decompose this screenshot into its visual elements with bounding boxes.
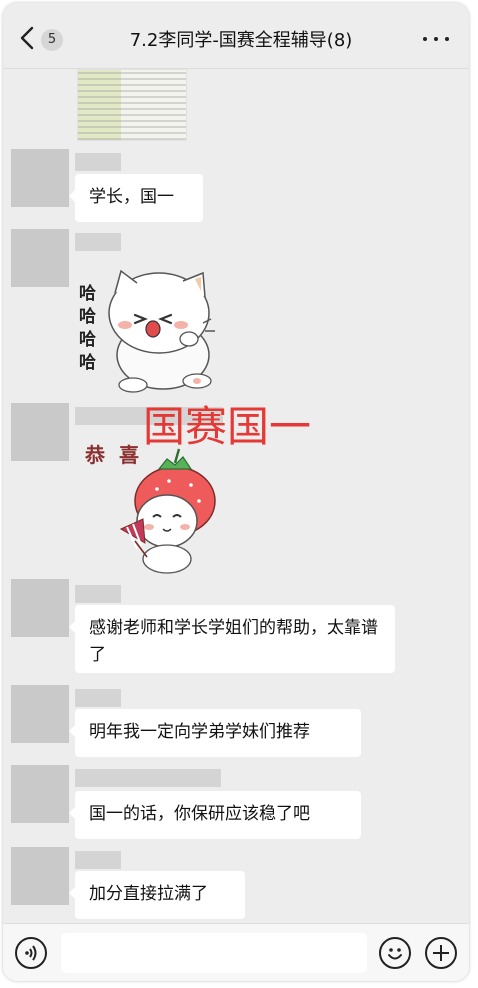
emoji-icon xyxy=(388,948,402,960)
sticker-cat-laughing[interactable]: 哈哈哈哈 xyxy=(75,259,223,395)
sender-name-redacted xyxy=(75,689,121,707)
more-options-button[interactable] xyxy=(421,29,451,47)
message-bubble[interactable]: 国一的话，你保研应该稳了吧 xyxy=(69,791,361,839)
message-text: 学长，国一 xyxy=(89,187,174,207)
sender-name-redacted xyxy=(75,769,221,787)
avatar[interactable] xyxy=(11,403,69,461)
message-text: 加分直接拉满了 xyxy=(89,884,208,904)
back-button[interactable] xyxy=(17,25,39,51)
sender-name-redacted xyxy=(75,851,121,869)
sender-name-redacted xyxy=(75,233,121,251)
emoji-button[interactable] xyxy=(379,937,411,969)
message-bubble[interactable]: 学长，国一 xyxy=(69,174,203,222)
avatar[interactable] xyxy=(11,579,69,637)
chat-window: 5 7.2李同学-国赛全程辅导(8) 学长，国一 哈哈哈哈 恭喜 国赛国一 感谢… xyxy=(3,3,469,981)
avatar[interactable] xyxy=(11,149,69,207)
message-bubble[interactable]: 明年我一定向学弟学妹们推荐 xyxy=(69,709,361,757)
avatar[interactable] xyxy=(11,229,69,287)
voice-icon xyxy=(25,945,37,961)
message-bubble[interactable]: 加分直接拉满了 xyxy=(69,871,245,919)
sticker-haha-text: 哈哈哈哈 xyxy=(79,284,96,373)
message-input[interactable] xyxy=(61,933,367,973)
avatar[interactable] xyxy=(11,765,69,823)
overlay-caption-text: 国赛国一 xyxy=(143,402,312,451)
chevron-left-icon xyxy=(20,26,34,50)
message-text: 感谢老师和学长学姐们的帮助，太靠谱了 xyxy=(89,618,378,665)
avatar[interactable] xyxy=(11,685,69,743)
sender-name-redacted xyxy=(75,153,121,171)
message-bubble[interactable]: 感谢老师和学长学姐们的帮助，太靠谱了 xyxy=(69,605,395,673)
more-functions-button[interactable] xyxy=(425,937,457,969)
shared-image-thumbnail[interactable] xyxy=(77,69,187,141)
avatar[interactable] xyxy=(11,847,69,905)
chat-header: 5 7.2李同学-国赛全程辅导(8) xyxy=(3,3,469,69)
message-text: 明年我一定向学弟学妹们推荐 xyxy=(89,722,310,742)
message-text: 国一的话，你保研应该稳了吧 xyxy=(89,804,310,824)
plus-icon xyxy=(433,945,449,961)
more-dots-icon xyxy=(423,37,427,41)
sender-name-redacted xyxy=(75,585,121,603)
unread-count-badge: 5 xyxy=(41,29,63,51)
chat-title: 7.2李同学-国赛全程辅导(8) xyxy=(129,30,353,51)
input-bar xyxy=(3,923,469,981)
voice-button[interactable] xyxy=(15,937,47,969)
